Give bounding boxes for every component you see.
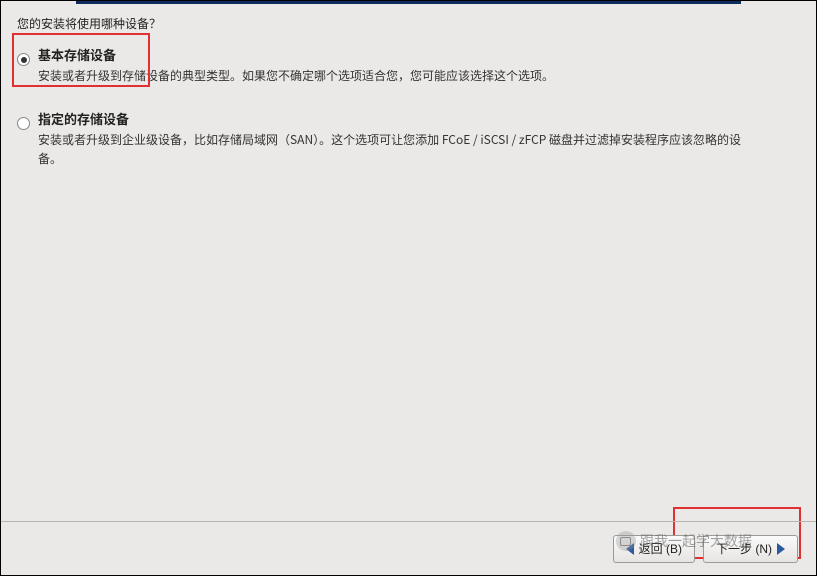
radio-basic-storage[interactable] [17,53,30,66]
option-basic-title: 基本存储设备 [38,45,554,66]
back-button-label: 返回 (B) [639,540,682,557]
next-button-label: 下一步 (N) [716,540,772,557]
option-basic-storage[interactable]: 基本存储设备 安装或者升级到存储设备的典型类型。如果您不确定哪个选项适合您，您可… [17,41,800,85]
option-specified-desc: 安装或者升级到企业级设备，比如存储局域网（SAN）。这个选项可让您添加 FCoE… [38,130,758,168]
option-basic-desc: 安装或者升级到存储设备的典型类型。如果您不确定哪个选项适合您，您可能应该选择这个… [38,66,554,85]
question-text: 您的安装将使用哪种设备？ [17,15,161,32]
option-specified-title: 指定的存储设备 [38,109,758,130]
option-basic-text: 基本存储设备 安装或者升级到存储设备的典型类型。如果您不确定哪个选项适合您，您可… [38,41,554,85]
back-button[interactable]: 返回 (B) [613,535,695,563]
next-button[interactable]: 下一步 (N) [703,535,798,563]
radio-specified-storage[interactable] [17,117,30,130]
option-specified-text: 指定的存储设备 安装或者升级到企业级设备，比如存储局域网（SAN）。这个选项可让… [38,105,758,168]
storage-options: 基本存储设备 安装或者升级到存储设备的典型类型。如果您不确定哪个选项适合您，您可… [17,41,800,188]
arrow-left-icon [626,543,634,555]
arrow-right-icon [777,543,785,555]
footer-bar: 返回 (B) 下一步 (N) [1,521,816,575]
option-specified-storage[interactable]: 指定的存储设备 安装或者升级到企业级设备，比如存储局域网（SAN）。这个选项可让… [17,105,800,168]
header-line [76,1,741,4]
